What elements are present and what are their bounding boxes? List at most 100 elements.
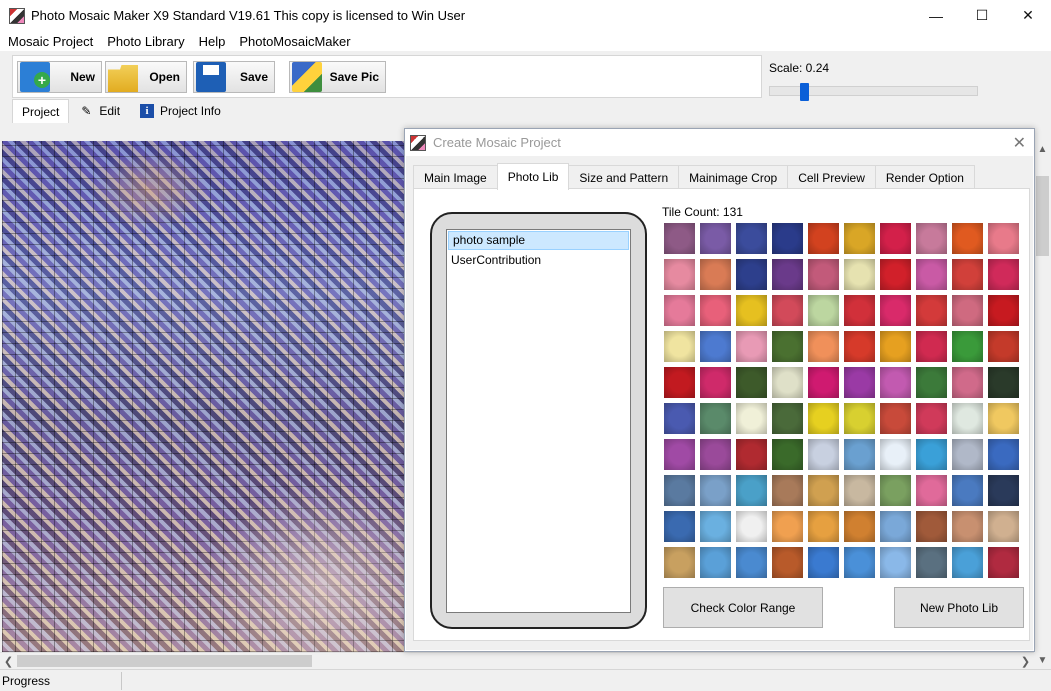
tab-photo-lib[interactable]: Photo Lib	[496, 163, 570, 190]
thumbnail-tile[interactable]	[916, 403, 947, 434]
thumbnail-tile[interactable]	[952, 511, 983, 542]
thumbnail-tile[interactable]	[916, 367, 947, 398]
thumbnail-tile[interactable]	[808, 223, 839, 254]
thumbnail-tile[interactable]	[700, 511, 731, 542]
thumbnail-tile[interactable]	[736, 223, 767, 254]
dialog-close-icon[interactable]: ✕	[1013, 133, 1026, 153]
thumbnail-tile[interactable]	[772, 259, 803, 290]
thumbnail-tile[interactable]	[880, 331, 911, 362]
thumbnail-tile[interactable]	[772, 223, 803, 254]
thumbnail-tile[interactable]	[880, 259, 911, 290]
thumbnail-tile[interactable]	[988, 547, 1019, 578]
thumbnail-tile[interactable]	[808, 403, 839, 434]
thumbnail-tile[interactable]	[664, 439, 695, 470]
thumbnail-tile[interactable]	[736, 403, 767, 434]
thumbnail-tile[interactable]	[988, 403, 1019, 434]
thumbnail-tile[interactable]	[880, 439, 911, 470]
thumbnail-tile[interactable]	[700, 259, 731, 290]
list-item-user-contribution[interactable]: UserContribution	[447, 251, 630, 270]
thumbnail-tile[interactable]	[952, 223, 983, 254]
thumbnail-tile[interactable]	[664, 511, 695, 542]
check-color-range-button[interactable]: Check Color Range	[663, 587, 823, 628]
thumbnail-tile[interactable]	[772, 475, 803, 506]
thumbnail-tile[interactable]	[952, 367, 983, 398]
thumbnail-tile[interactable]	[880, 547, 911, 578]
thumbnail-tile[interactable]	[700, 403, 731, 434]
thumbnail-tile[interactable]	[664, 259, 695, 290]
tab-cell-preview[interactable]: Cell Preview	[787, 165, 876, 189]
thumbnail-tile[interactable]	[736, 331, 767, 362]
thumbnail-tile[interactable]	[916, 259, 947, 290]
thumbnail-tile[interactable]	[808, 511, 839, 542]
thumbnail-tile[interactable]	[844, 367, 875, 398]
thumbnail-tile[interactable]	[952, 439, 983, 470]
list-item-photo-sample[interactable]: photo sample	[448, 231, 629, 250]
menu-mosaic-project[interactable]: Mosaic Project	[0, 34, 100, 49]
new-photo-lib-button[interactable]: New Photo Lib	[894, 587, 1024, 628]
thumbnail-tile[interactable]	[772, 367, 803, 398]
thumbnail-tile[interactable]	[700, 331, 731, 362]
thumbnail-tile[interactable]	[700, 367, 731, 398]
thumbnail-tile[interactable]	[880, 403, 911, 434]
thumbnail-tile[interactable]	[844, 295, 875, 326]
thumbnail-tile[interactable]	[844, 547, 875, 578]
thumbnail-tile[interactable]	[952, 331, 983, 362]
close-icon[interactable]: ✕	[1005, 0, 1051, 31]
thumbnail-tile[interactable]	[772, 511, 803, 542]
thumbnail-tile[interactable]	[952, 403, 983, 434]
thumbnail-tile[interactable]	[772, 295, 803, 326]
thumbnail-tile[interactable]	[736, 259, 767, 290]
thumbnail-tile[interactable]	[808, 475, 839, 506]
thumbnail-tile[interactable]	[808, 331, 839, 362]
open-button[interactable]: Open	[105, 61, 187, 93]
thumbnail-tile[interactable]	[844, 259, 875, 290]
menu-help[interactable]: Help	[192, 34, 233, 49]
thumbnail-tile[interactable]	[700, 223, 731, 254]
save-button[interactable]: Save	[193, 61, 275, 93]
thumbnail-tile[interactable]	[736, 547, 767, 578]
thumbnail-tile[interactable]	[664, 475, 695, 506]
horizontal-scroll-thumb[interactable]	[17, 655, 312, 667]
thumbnail-tile[interactable]	[736, 295, 767, 326]
scale-slider-thumb[interactable]	[800, 83, 809, 101]
thumbnail-tile[interactable]	[736, 475, 767, 506]
thumbnail-tile[interactable]	[844, 331, 875, 362]
thumbnail-tile[interactable]	[808, 547, 839, 578]
thumbnail-tile[interactable]	[664, 547, 695, 578]
thumbnail-tile[interactable]	[916, 511, 947, 542]
thumbnail-tile[interactable]	[808, 367, 839, 398]
thumbnail-tile[interactable]	[808, 259, 839, 290]
thumbnail-tile[interactable]	[700, 475, 731, 506]
vertical-scroll-thumb[interactable]	[1036, 176, 1049, 256]
maximize-icon[interactable]: ☐	[959, 0, 1005, 31]
library-list[interactable]: photo sample UserContribution	[446, 229, 631, 613]
thumbnail-tile[interactable]	[772, 331, 803, 362]
thumbnail-tile[interactable]	[700, 439, 731, 470]
thumbnail-tile[interactable]	[664, 403, 695, 434]
scroll-left-icon[interactable]: ❮	[0, 653, 17, 670]
thumbnail-tile[interactable]	[664, 223, 695, 254]
thumbnail-tile[interactable]	[772, 439, 803, 470]
thumbnail-tile[interactable]	[880, 223, 911, 254]
thumbnail-tile[interactable]	[988, 367, 1019, 398]
thumbnail-tile[interactable]	[880, 295, 911, 326]
tab-project-info[interactable]: i Project Info	[130, 99, 231, 123]
thumbnail-tile[interactable]	[916, 547, 947, 578]
tab-edit[interactable]: ✎ Edit	[69, 99, 130, 123]
thumbnail-tile[interactable]	[808, 439, 839, 470]
thumbnail-tile[interactable]	[952, 547, 983, 578]
menu-photo-library[interactable]: Photo Library	[100, 34, 191, 49]
thumbnail-tile[interactable]	[844, 439, 875, 470]
thumbnail-tile[interactable]	[664, 367, 695, 398]
thumbnail-tile[interactable]	[808, 295, 839, 326]
new-button[interactable]: New	[17, 61, 102, 93]
thumbnail-tile[interactable]	[844, 511, 875, 542]
thumbnail-tile[interactable]	[844, 403, 875, 434]
menu-photomosaicmaker[interactable]: PhotoMosaicMaker	[232, 34, 357, 49]
thumbnail-tile[interactable]	[988, 295, 1019, 326]
thumbnail-tile[interactable]	[916, 439, 947, 470]
thumbnail-tile[interactable]	[916, 331, 947, 362]
thumbnail-tile[interactable]	[988, 259, 1019, 290]
scroll-up-icon[interactable]: ▲	[1034, 141, 1051, 158]
thumbnail-tile[interactable]	[952, 295, 983, 326]
